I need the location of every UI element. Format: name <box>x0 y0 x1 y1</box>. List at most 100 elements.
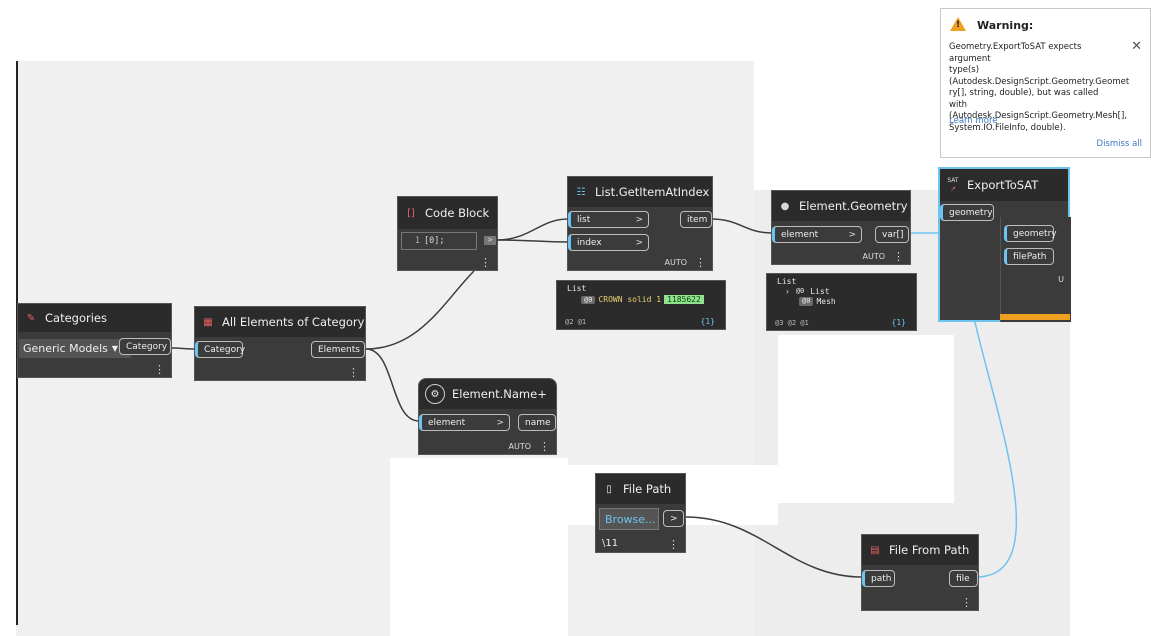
node-header: ● Element.Geometry <box>772 191 910 221</box>
preview-header: List <box>567 284 587 293</box>
element-input-port[interactable]: element > <box>419 414 510 431</box>
level-tag: @0 <box>799 297 814 306</box>
category-output-port[interactable]: Category <box>119 338 171 355</box>
preview-levels: @2 @1 <box>565 318 587 326</box>
level-tag: @0 <box>581 295 596 304</box>
code-text: [0]; <box>424 236 445 246</box>
name-output-port[interactable]: name <box>518 414 556 431</box>
port-label: list <box>577 214 591 225</box>
var-output-port[interactable]: var[] <box>875 226 909 243</box>
preview-levels: @3 @2 @1 <box>775 319 809 327</box>
node-header: ▯ File Path <box>596 474 685 504</box>
three-dots-vertical-icon[interactable]: ⋮ <box>348 367 359 378</box>
port-label: var[] <box>882 229 904 240</box>
port-label: element <box>428 417 466 428</box>
file-from-path-node[interactable]: ▤ File From Path path file ⋮ <box>861 534 979 611</box>
three-dots-vertical-icon[interactable]: ⋮ <box>154 364 165 375</box>
all-elements-of-category-node[interactable]: ▦ All Elements of Category Category Elem… <box>194 306 366 381</box>
preview-count: {1} <box>700 317 715 326</box>
code-brackets-icon: [] <box>407 207 415 219</box>
elements-output-port[interactable]: Elements <box>311 341 365 358</box>
port-label: Category <box>204 344 246 355</box>
three-dots-vertical-icon[interactable]: ⋮ <box>695 257 706 268</box>
geometry-input-port-partial[interactable]: geometry <box>940 204 994 221</box>
geometry-sphere-icon: ● <box>780 200 790 212</box>
path-output-port[interactable]: > <box>663 510 684 527</box>
output-port[interactable]: > <box>484 236 496 245</box>
node-header: SAT ↗ ExportToSAT <box>940 169 1068 201</box>
list-icon: ☷ <box>576 186 586 198</box>
file-path-node[interactable]: ▯ File Path Browse... > \11 ⋮ <box>595 473 686 553</box>
node-header: ▤ File From Path <box>862 535 978 565</box>
element-geometry-node[interactable]: ● Element.Geometry element > var[] AUTO ⋮ <box>771 190 911 265</box>
node-title: List.GetItemAtIndex <box>595 185 710 199</box>
warning-line: ry[], string, double), but was called wi… <box>949 88 1099 110</box>
warning-exclamation: ! <box>956 20 961 30</box>
node-title: File From Path <box>889 543 970 557</box>
warning-line: (Autodesk.DesignScript.Geometry.Geomet <box>949 76 1130 87</box>
three-dots-vertical-icon[interactable]: ⋮ <box>668 539 679 550</box>
list-input-port[interactable]: list > <box>568 211 649 228</box>
chevron-right-icon: › <box>785 287 790 296</box>
warning-line: Geometry.ExportToSAT expects argument <box>949 42 1082 64</box>
three-dots-vertical-icon[interactable]: ⋮ <box>480 257 491 268</box>
export-to-sat-node[interactable]: SAT ↗ ExportToSAT geometry geometry fileP… <box>938 167 1071 322</box>
node-footer: AUTO ⋮ <box>664 257 706 268</box>
filepath-input-port[interactable]: filePath <box>1004 248 1054 265</box>
element-input-port[interactable]: element > <box>772 226 862 243</box>
port-label: geometry <box>949 207 993 218</box>
port-label: index <box>577 237 602 248</box>
custom-node-icon: ⚙ <box>425 384 445 404</box>
dropdown-value: Generic Models <box>23 342 108 355</box>
index-input-port[interactable]: index > <box>568 234 649 251</box>
port-label: item <box>687 214 708 225</box>
three-dots-vertical-icon[interactable]: ⋮ <box>961 597 972 608</box>
categories-icon: ✎ <box>26 312 36 324</box>
geometry-input-port[interactable]: geometry <box>1004 225 1057 242</box>
node-footer: ⋮ <box>348 367 359 378</box>
path-input-port[interactable]: path <box>862 570 895 587</box>
path-value: \11 <box>602 538 619 549</box>
node-title: File Path <box>623 482 672 496</box>
warning-status-bar <box>1000 314 1070 320</box>
warning-line: type(s) <box>949 65 980 75</box>
geometry-preview: List › @0 List @0 Mesh @3 @2 @1 {1} <box>766 273 917 331</box>
three-dots-vertical-icon[interactable]: ⋮ <box>539 441 550 452</box>
list-get-item-at-index-node[interactable]: ☷ List.GetItemAtIndex list > index > item … <box>567 176 713 271</box>
node-title: Element.Geometry <box>799 199 908 213</box>
node-header: ⚙ Element.Name+ <box>419 379 556 409</box>
elements-icon: ▦ <box>203 316 213 328</box>
lacing-label: AUTO <box>862 252 885 261</box>
browse-button[interactable]: Browse... <box>599 508 659 530</box>
node-header: ☷ List.GetItemAtIndex <box>568 177 712 207</box>
item-output-port[interactable]: item <box>680 211 712 228</box>
chevron-down-icon: ▼ <box>111 344 119 353</box>
node-footer: ⋮ <box>480 257 491 268</box>
element-id[interactable]: 1185622 <box>664 295 704 304</box>
dismiss-all-button[interactable]: Dismiss all <box>1097 139 1142 149</box>
categories-node[interactable]: ✎ Categories Generic Models ▼ Category ⋮ <box>17 303 172 378</box>
file-output-port[interactable]: file <box>949 570 978 587</box>
node-title: Element.Name+ <box>452 387 547 401</box>
port-label: geometry <box>1013 228 1057 239</box>
lacing-label: AUTO <box>664 258 687 267</box>
export-sat-icon: SAT ↗ <box>947 177 959 193</box>
category-input-port[interactable]: Category <box>195 341 246 358</box>
chevron-right-icon: > <box>635 237 643 248</box>
code-block-node[interactable]: [] Code Block 1 [0]; > ⋮ <box>397 196 498 271</box>
code-editor[interactable]: 1 [0]; <box>401 232 477 250</box>
port-label: Elements <box>318 344 360 355</box>
node-footer: AUTO ⋮ <box>862 251 904 262</box>
warning-popup: ! Warning: ✕ Geometry.ExportToSAT expect… <box>940 8 1151 158</box>
preview-text: CROWN solid 1 <box>598 295 662 304</box>
category-dropdown[interactable]: Generic Models ▼ <box>19 339 131 358</box>
node-footer: ⋮ <box>154 364 165 375</box>
three-dots-vertical-icon[interactable]: ⋮ <box>893 251 904 262</box>
learn-more-link[interactable]: Learn more <box>949 116 997 126</box>
preview-row: @0 CROWN solid 1 1185622 <box>581 295 704 304</box>
element-name-node[interactable]: ⚙ Element.Name+ element > name AUTO ⋮ <box>418 378 557 455</box>
close-x-icon[interactable]: ✕ <box>1131 39 1142 54</box>
preview-count: {1} <box>891 318 906 327</box>
preview-text: Mesh <box>816 297 836 306</box>
node-header: ▦ All Elements of Category <box>195 307 365 337</box>
